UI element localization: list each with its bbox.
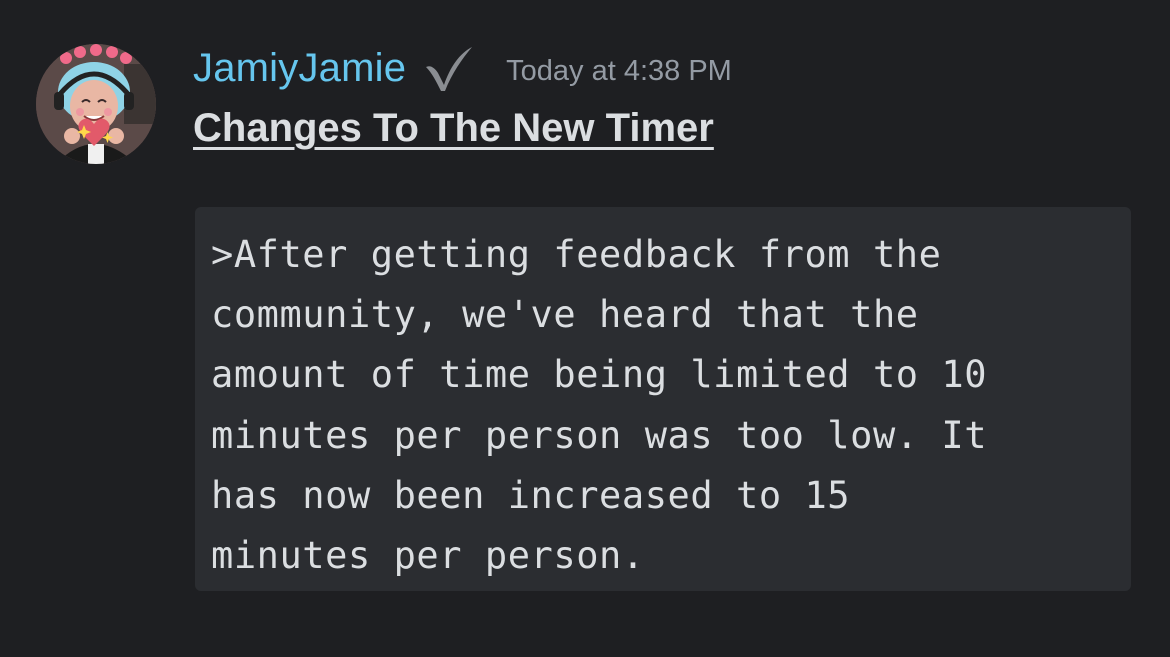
code-line: amount of time being limited to 10 xyxy=(211,353,988,397)
code-line: has now been increased to 15 xyxy=(211,473,851,517)
message-title: Changes To The New Timer xyxy=(193,106,714,150)
checkmark-icon xyxy=(422,41,476,95)
code-line: >After getting feedback from the xyxy=(211,233,942,276)
code-line: minutes per person. xyxy=(211,534,645,578)
code-block: >After getting feedback from the communi… xyxy=(195,207,1131,591)
message-timestamp[interactable]: Today at 4:38 PM xyxy=(506,55,732,88)
code-block-text: >After getting feedback from the communi… xyxy=(211,225,1131,586)
chat-message: JamiyJamie Today at 4:38 PM Changes To T… xyxy=(0,0,1170,657)
code-line: minutes per person was too low. It xyxy=(211,413,988,457)
code-line: community, we've heard that the xyxy=(211,293,919,337)
author-name[interactable]: JamiyJamie xyxy=(193,46,406,91)
user-avatar[interactable] xyxy=(36,44,156,164)
message-header: JamiyJamie Today at 4:38 PM xyxy=(193,38,732,98)
